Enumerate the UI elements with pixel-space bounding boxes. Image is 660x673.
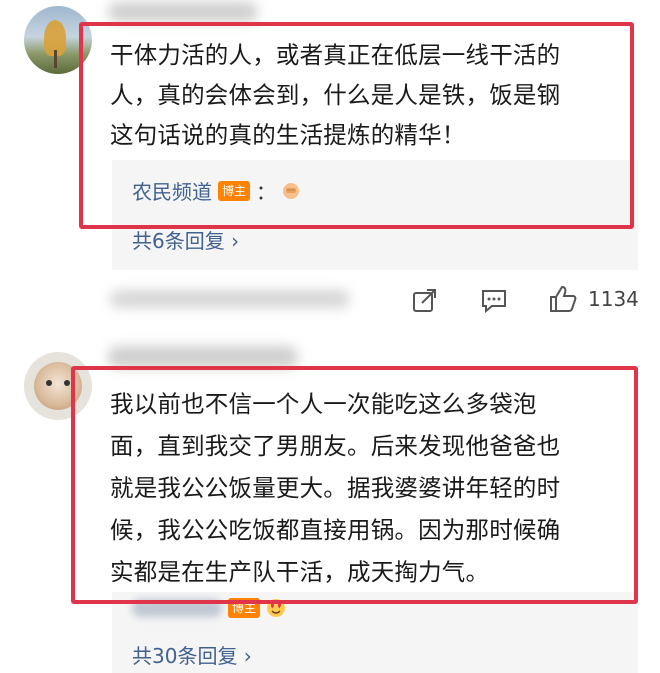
- like-icon: [548, 284, 578, 314]
- highlight-box-2: [71, 366, 638, 604]
- blurred-username: [108, 2, 258, 22]
- blurred-username: [108, 346, 298, 368]
- highlight-box-1: [79, 22, 634, 229]
- avatar-trunk: [54, 50, 57, 68]
- like-count: 1134: [588, 287, 639, 311]
- view-replies-link[interactable]: 共30条回复 ›: [132, 640, 252, 669]
- comment-icon[interactable]: [480, 288, 508, 314]
- like-button[interactable]: 1134: [548, 284, 639, 314]
- blurred-meta: [110, 290, 350, 308]
- share-icon[interactable]: [412, 287, 438, 313]
- avatar-cat-eye: [46, 380, 52, 386]
- view-replies-link[interactable]: 共6条回复 ›: [132, 225, 239, 254]
- avatar-cat-eye: [64, 380, 70, 386]
